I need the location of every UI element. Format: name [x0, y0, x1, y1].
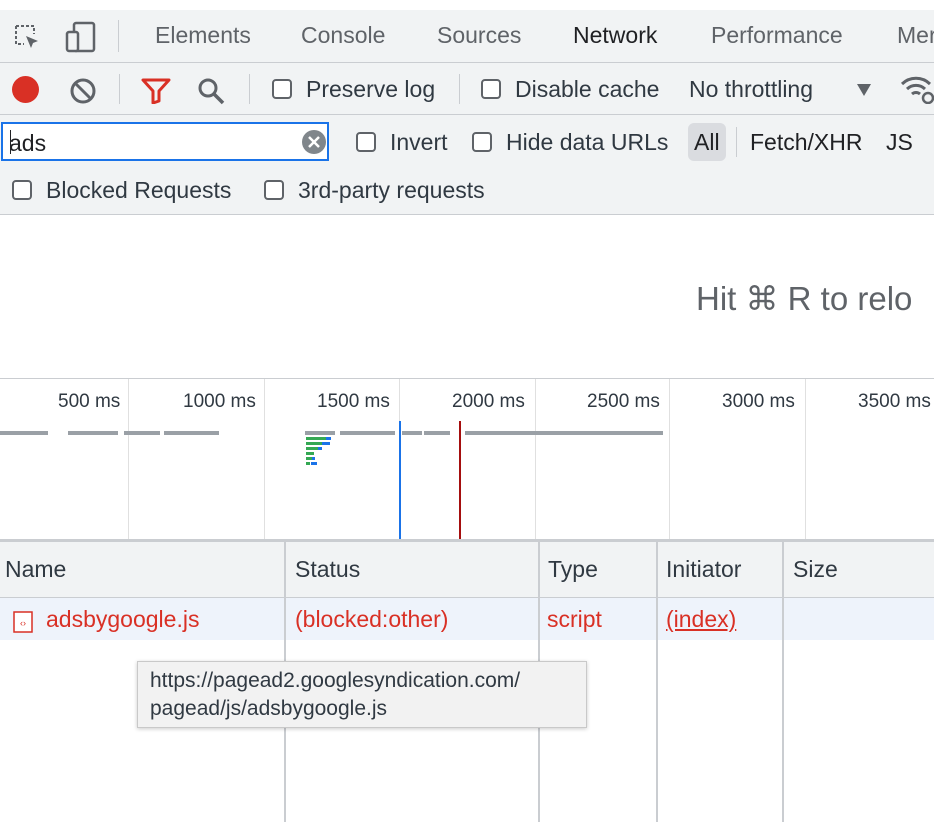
- filter-input[interactable]: ads: [1, 122, 329, 161]
- disable-cache-checkbox[interactable]: [481, 79, 501, 99]
- column-header-size[interactable]: Size: [793, 556, 838, 583]
- preserve-log-label: Preserve log: [306, 76, 436, 102]
- network-toolbar: Preserve log Disable cache No throttling: [0, 63, 934, 115]
- tab-elements[interactable]: Elements: [155, 22, 251, 49]
- network-conditions-icon[interactable]: [900, 74, 934, 109]
- preserve-log-checkbox[interactable]: [272, 79, 292, 99]
- text-cursor: [10, 130, 11, 154]
- blocked-requests-label: Blocked Requests: [46, 177, 232, 203]
- svg-text:‹›: ‹›: [20, 618, 26, 628]
- search-icon[interactable]: [196, 76, 226, 111]
- third-party-checkbox[interactable]: [264, 180, 284, 200]
- chevron-down-icon[interactable]: [856, 83, 872, 102]
- type-filter-all[interactable]: All: [688, 123, 726, 161]
- blocked-requests-checkbox[interactable]: [12, 180, 32, 200]
- disable-cache-label: Disable cache: [515, 76, 660, 102]
- inspect-element-icon[interactable]: [12, 22, 42, 57]
- column-header-type[interactable]: Type: [548, 556, 598, 583]
- filter-bar: ads Invert Hide data URLs All Fetch/XHR …: [0, 115, 934, 215]
- invert-label: Invert: [390, 129, 448, 155]
- column-header-initiator[interactable]: Initiator: [666, 556, 741, 583]
- request-initiator-link[interactable]: (index): [666, 606, 736, 633]
- script-file-icon: ‹›: [13, 611, 33, 638]
- filter-icon[interactable]: [141, 78, 171, 109]
- reload-hint: Hit ⌘ R to relo: [696, 280, 913, 317]
- tab-network[interactable]: Network: [573, 22, 657, 49]
- hide-data-urls-label: Hide data URLs: [506, 129, 669, 155]
- tab-performance[interactable]: Performance: [711, 22, 843, 49]
- type-filter-all-label: All: [694, 129, 720, 155]
- tab-memory[interactable]: Mer: [897, 22, 934, 49]
- record-button[interactable]: [12, 76, 39, 103]
- url-tooltip: https://pagead2.googlesyndication.com/ p…: [137, 661, 587, 728]
- device-toolbar-icon[interactable]: [64, 20, 98, 59]
- tab-console[interactable]: Console: [301, 22, 385, 49]
- invert-checkbox[interactable]: [356, 132, 376, 152]
- column-header-status[interactable]: Status: [295, 556, 360, 583]
- clear-input-icon[interactable]: [301, 129, 327, 160]
- request-name[interactable]: adsbygoogle.js: [46, 606, 199, 633]
- tooltip-line-1: https://pagead2.googlesyndication.com/: [150, 669, 521, 692]
- third-party-label: 3rd-party requests: [298, 177, 485, 203]
- request-status: (blocked:other): [295, 606, 449, 632]
- throttling-select[interactable]: No throttling: [689, 76, 813, 103]
- request-waterfall-overview: [0, 421, 663, 539]
- filter-input-value: ads: [9, 130, 47, 156]
- type-filter-js[interactable]: JS: [886, 129, 913, 156]
- devtools-tab-bar: Elements Console Sources Network Perform…: [0, 0, 934, 72]
- timeline-overview[interactable]: 500 ms 1000 ms 1500 ms 2000 ms 2500 ms 3…: [0, 378, 934, 542]
- tooltip-line-2: pagead/js/adsbygoogle.js: [150, 697, 388, 720]
- type-filter-fetch-xhr[interactable]: Fetch/XHR: [750, 129, 862, 156]
- request-type: script: [547, 606, 602, 632]
- clear-icon[interactable]: [69, 77, 97, 110]
- column-header-name[interactable]: Name: [5, 556, 66, 583]
- hide-data-urls-checkbox[interactable]: [472, 132, 492, 152]
- tab-sources[interactable]: Sources: [437, 22, 521, 49]
